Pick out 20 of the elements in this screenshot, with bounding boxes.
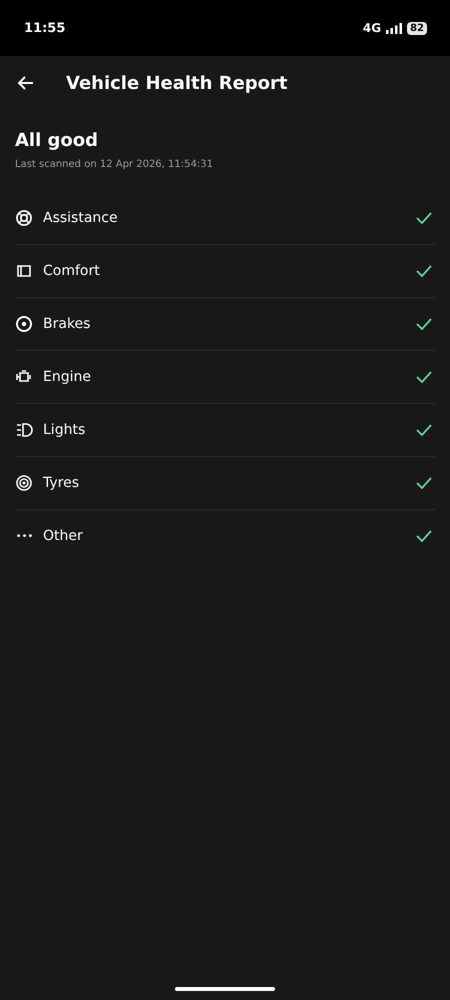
lifebuoy-icon [15, 209, 33, 227]
category-label[interactable]: Comfort [43, 263, 405, 279]
category-label[interactable]: Tyres [43, 475, 405, 491]
seat-icon [15, 262, 33, 280]
more-icon [16, 534, 32, 538]
page-title: Vehicle Health Report [66, 72, 288, 94]
disc-icon [15, 315, 33, 333]
scan-timestamp: Last scanned on 12 Apr 2026, 11:54:31 [15, 159, 214, 170]
status-heading: All good [15, 130, 100, 151]
category-label[interactable]: Assistance [43, 210, 405, 226]
status-time: 11:55 [24, 20, 66, 36]
signal-icon [386, 22, 402, 34]
headlight-icon [15, 421, 33, 439]
category-label[interactable]: Lights [43, 422, 405, 438]
category-label[interactable]: Brakes [43, 316, 405, 332]
category-label[interactable]: Other [43, 528, 405, 544]
category-label[interactable]: Engine [43, 369, 405, 385]
battery-level: 82 [407, 22, 427, 34]
tyre-icon [15, 474, 33, 492]
network-type: 4G [362, 21, 382, 35]
